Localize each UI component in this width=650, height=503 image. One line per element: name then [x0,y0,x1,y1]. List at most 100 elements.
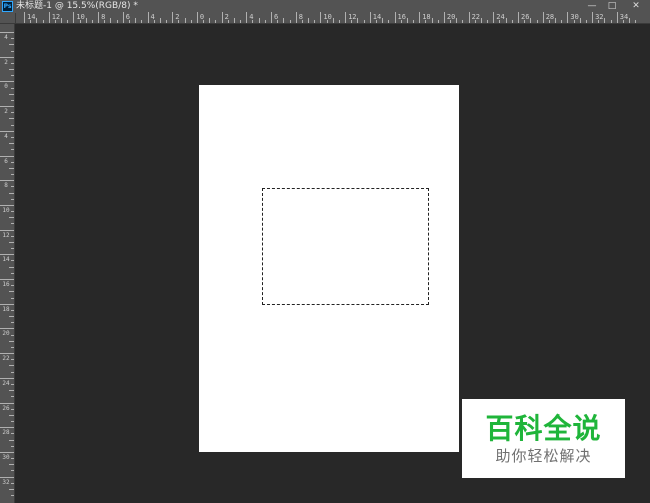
ruler-major-tick [0,56,14,58]
ruler-minor-tick [11,136,14,138]
ruler-minor-tick [536,20,538,23]
ruler-origin-corner[interactable] [0,13,16,24]
ruler-minor-tick [437,20,439,23]
ruler-minor-tick [61,18,63,23]
ruler-label: 4 [4,132,8,140]
ruler-label: 2 [4,58,8,66]
ruler-minor-tick [203,20,205,23]
ruler-minor-tick [561,20,563,23]
rectangular-marquee-selection[interactable] [262,188,429,305]
ruler-major-tick [0,229,14,231]
ruler-minor-tick [11,186,14,188]
vertical-ruler[interactable]: 4 2 0 2 4 6 8 10 12 14 16 18 20 22 24 26 28 30 32 [0,24,15,503]
ruler-minor-tick [499,20,501,23]
ruler-minor-tick [585,20,587,23]
ruler-minor-tick [184,18,186,23]
ruler-label: 22 [471,13,481,21]
ruler-minor-tick [9,266,14,268]
ruler-minor-tick [480,18,482,23]
ruler-minor-tick [11,112,14,114]
ruler-minor-tick [357,18,359,23]
ruler-minor-tick [450,20,452,23]
ruler-minor-tick [573,20,575,23]
ruler-minor-tick [11,458,14,460]
ruler-minor-tick [11,445,14,447]
ruler-major-tick [345,12,347,23]
ruler-minor-tick [11,198,14,200]
ruler-minor-tick [264,20,266,23]
ruler-minor-tick [85,18,87,23]
ruler-minor-tick [11,223,14,225]
ruler-minor-tick [30,20,32,23]
ruler-major-tick [542,12,544,23]
ruler-minor-tick [388,20,390,23]
ruler-minor-tick [462,20,464,23]
ruler-major-tick [0,427,14,429]
ruler-major-tick [0,328,14,330]
horizontal-ruler[interactable]: 14 12 10 8 6 4 2 0 2 4 6 8 10 12 14 16 18 20 22 24 26 28 30 32 3… [16,12,650,24]
document-title-tab[interactable]: 未标题-1 @ 15.5%(RGB/8) * [16,0,138,13]
ruler-minor-tick [227,20,229,23]
ruler-major-tick [0,204,14,206]
ruler-major-tick [567,12,569,23]
ruler-minor-tick [11,260,14,262]
ruler-minor-tick [11,482,14,484]
ruler-major-tick [73,12,75,23]
ruler-minor-tick [11,396,14,398]
ruler-minor-tick [283,18,285,23]
ruler-label: 28 [545,13,555,21]
ruler-minor-tick [11,433,14,435]
ruler-minor-tick [11,174,14,176]
ruler-minor-tick [524,20,526,23]
ruler-label: 24 [2,379,10,387]
ruler-minor-tick [116,20,118,23]
ruler-minor-tick [36,18,38,23]
close-button[interactable]: ✕ [626,0,646,13]
ruler-minor-tick [456,18,458,23]
ruler-major-tick [518,12,519,23]
ruler-minor-tick [382,18,384,23]
ruler-label: 16 [2,281,10,288]
ruler-minor-tick [54,20,56,23]
ruler-minor-tick [11,371,14,373]
ruler-label: 22 [2,355,10,363]
ruler-minor-tick [375,20,377,23]
ruler-minor-tick [9,69,14,71]
ruler-minor-tick [11,359,14,361]
ruler-minor-tick [91,20,93,23]
ruler-major-tick [0,476,14,478]
ruler-major-tick [271,12,272,23]
ruler-minor-tick [11,161,14,163]
ruler-label: 24 [496,13,505,21]
ruler-minor-tick [579,18,581,23]
ruler-minor-tick [11,272,14,274]
ruler-minor-tick [301,20,303,23]
ruler-major-tick [221,12,223,23]
ruler-label: 18 [2,305,10,313]
ruler-minor-tick [9,390,14,392]
ruler-minor-tick [413,20,415,23]
ruler-minor-tick [178,20,180,23]
ruler-label: 32 [2,478,10,486]
ruler-major-tick [320,12,322,23]
ruler-label: 26 [2,404,10,412]
ruler-minor-tick [209,18,211,23]
ruler-minor-tick [277,20,279,23]
ruler-major-tick [0,254,14,256]
ruler-label: 26 [521,13,530,21]
ruler-minor-tick [11,50,14,52]
restore-button[interactable]: □ [602,0,622,13]
ruler-major-tick [246,12,248,23]
ruler-minor-tick [635,20,637,23]
ruler-minor-tick [511,20,513,23]
ruler-major-tick [0,279,14,280]
ruler-minor-tick [9,241,14,243]
ruler-minor-tick [128,20,130,23]
ruler-minor-tick [110,18,112,23]
ruler-major-tick [493,12,495,23]
ruler-minor-tick [11,285,14,287]
ruler-minor-tick [11,87,14,89]
ruler-minor-tick [79,20,81,23]
ruler-minor-tick [610,20,612,23]
ruler-label: 32 [595,13,604,21]
